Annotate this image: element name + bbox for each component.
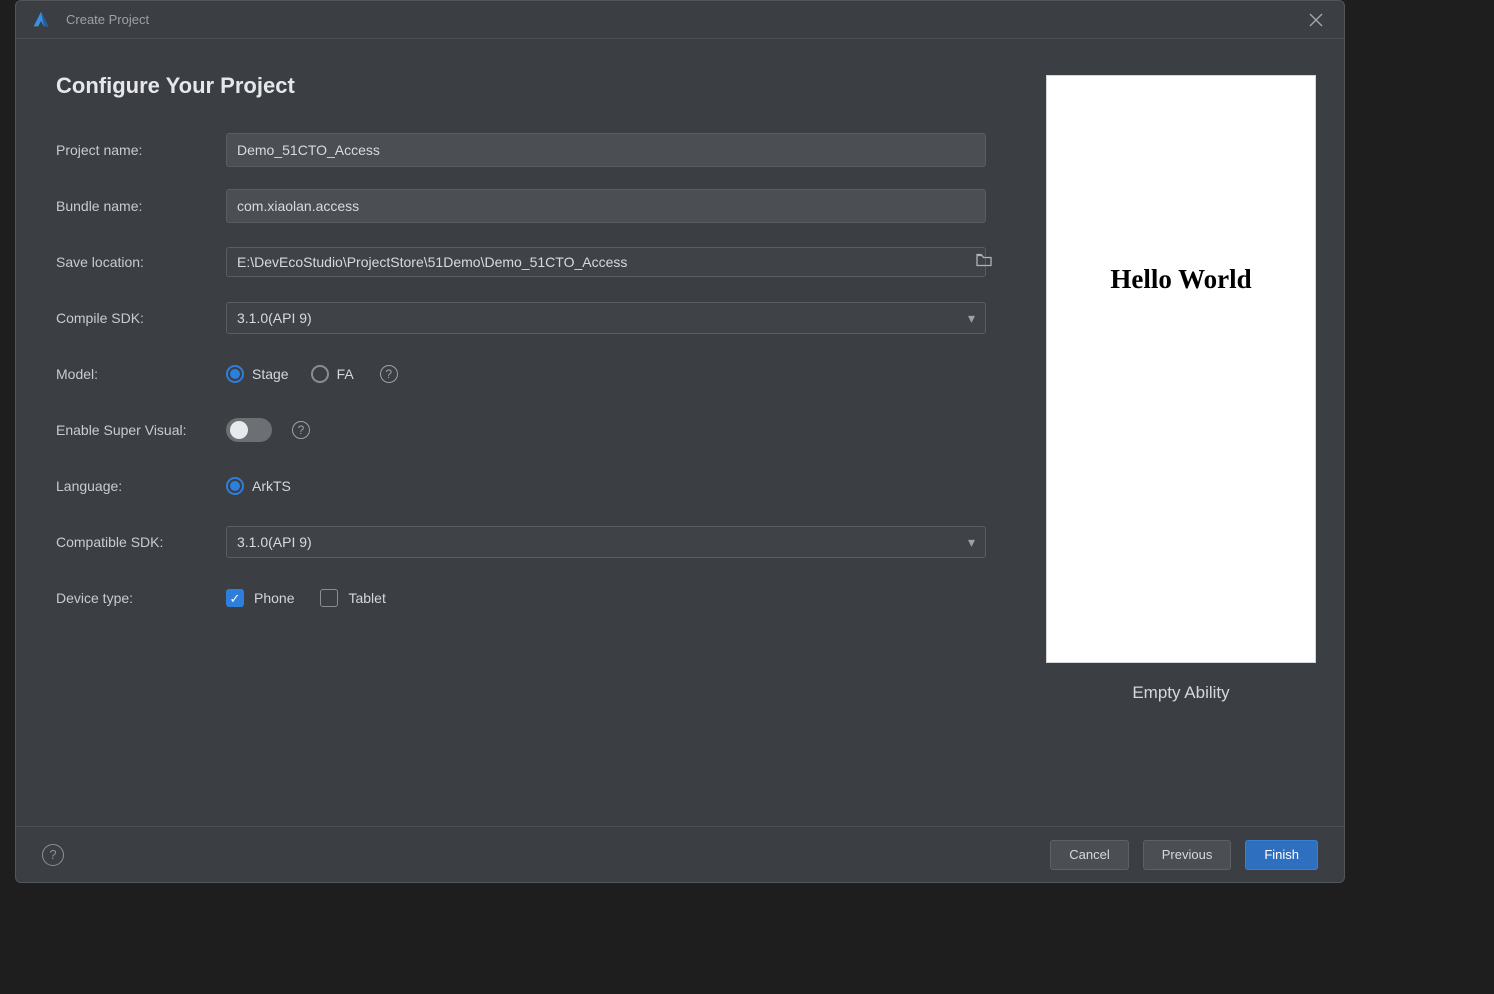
compile-sdk-value: 3.1.0(API 9)	[237, 310, 312, 326]
preview-text: Hello World	[1110, 264, 1251, 295]
preview-frame: Hello World	[1046, 75, 1316, 663]
label-language: Language:	[56, 478, 226, 494]
titlebar: Create Project	[16, 1, 1344, 39]
row-compile-sdk: Compile SDK: 3.1.0(API 9) ▾	[56, 301, 1006, 335]
radio-label-fa: FA	[337, 366, 354, 382]
save-location-input[interactable]	[226, 247, 986, 277]
row-model: Model: Stage FA ?	[56, 357, 1006, 391]
label-device-type: Device type:	[56, 590, 226, 606]
chevron-down-icon: ▾	[968, 534, 975, 551]
label-enable-super-visual: Enable Super Visual:	[56, 422, 226, 438]
compile-sdk-select[interactable]: 3.1.0(API 9) ▾	[226, 302, 986, 334]
bundle-name-input[interactable]	[226, 189, 986, 223]
label-compatible-sdk: Compatible SDK:	[56, 534, 226, 550]
label-save-location: Save location:	[56, 254, 226, 270]
cancel-button[interactable]: Cancel	[1050, 840, 1128, 870]
finish-button[interactable]: Finish	[1245, 840, 1318, 870]
radio-language-arkts[interactable]: ArkTS	[226, 477, 291, 495]
close-button[interactable]	[1302, 6, 1330, 34]
label-project-name: Project name:	[56, 142, 226, 158]
dialog-content: Configure Your Project Project name: Bun…	[16, 39, 1344, 826]
check-label-tablet: Tablet	[348, 590, 385, 606]
titlebar-title: Create Project	[66, 12, 149, 27]
radio-label-stage: Stage	[252, 366, 289, 382]
preview-caption: Empty Ability	[1132, 683, 1229, 703]
dialog-footer: ? Cancel Previous Finish	[16, 826, 1344, 882]
row-device-type: Device type: ✓ Phone ✓ Tablet	[56, 581, 1006, 615]
radio-model-stage[interactable]: Stage	[226, 365, 289, 383]
form-column: Configure Your Project Project name: Bun…	[56, 73, 1006, 806]
check-label-phone: Phone	[254, 590, 294, 606]
radio-label-arkts: ArkTS	[252, 478, 291, 494]
super-visual-help-icon[interactable]: ?	[292, 421, 310, 439]
model-help-icon[interactable]: ?	[380, 365, 398, 383]
compatible-sdk-value: 3.1.0(API 9)	[237, 534, 312, 550]
row-enable-super-visual: Enable Super Visual: ?	[56, 413, 1006, 447]
radio-model-fa[interactable]: FA	[311, 365, 354, 383]
row-compatible-sdk: Compatible SDK: 3.1.0(API 9) ▾	[56, 525, 1006, 559]
chevron-down-icon: ▾	[968, 310, 975, 327]
row-language: Language: ArkTS	[56, 469, 1006, 503]
row-project-name: Project name:	[56, 133, 1006, 167]
compatible-sdk-select[interactable]: 3.1.0(API 9) ▾	[226, 526, 986, 558]
project-name-input[interactable]	[226, 133, 986, 167]
browse-folder-icon[interactable]	[976, 253, 992, 272]
label-model: Model:	[56, 366, 226, 382]
checkbox-device-tablet[interactable]: ✓ Tablet	[320, 589, 385, 607]
footer-help-icon[interactable]: ?	[42, 844, 64, 866]
checkbox-device-phone[interactable]: ✓ Phone	[226, 589, 294, 607]
label-compile-sdk: Compile SDK:	[56, 310, 226, 326]
preview-column: Hello World Empty Ability	[1046, 73, 1316, 806]
row-save-location: Save location:	[56, 245, 1006, 279]
previous-button[interactable]: Previous	[1143, 840, 1232, 870]
label-bundle-name: Bundle name:	[56, 198, 226, 214]
toggle-knob	[230, 421, 248, 439]
create-project-dialog: Create Project Configure Your Project Pr…	[15, 0, 1345, 883]
app-logo-icon	[30, 9, 52, 31]
enable-super-visual-toggle[interactable]	[226, 418, 272, 442]
page-title: Configure Your Project	[56, 73, 1006, 99]
row-bundle-name: Bundle name:	[56, 189, 1006, 223]
